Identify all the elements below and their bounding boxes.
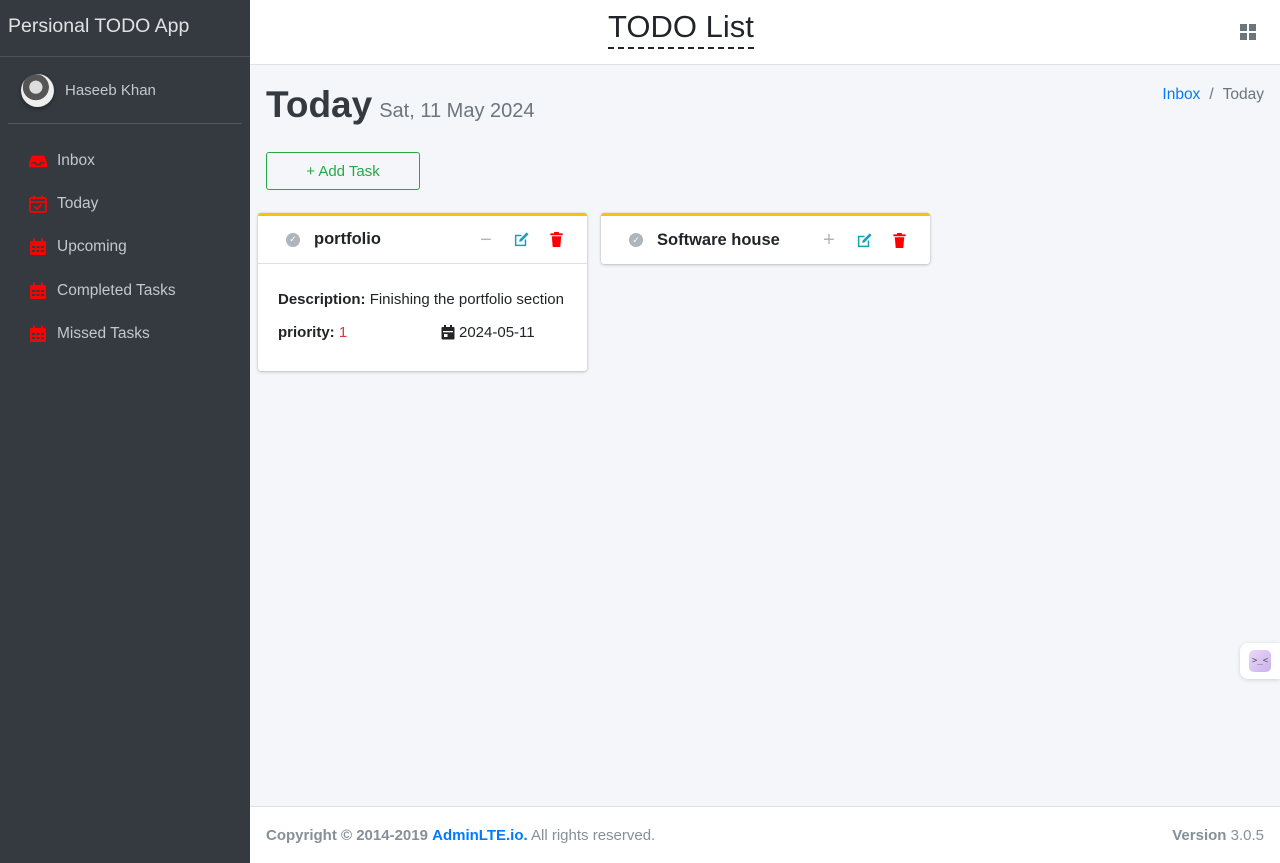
page-header-title: TODO List (608, 9, 754, 49)
calendar-check-icon (28, 195, 47, 213)
task-title: portfolio (314, 230, 381, 248)
sidebar-item-completed-tasks[interactable]: Completed Tasks (0, 269, 250, 312)
task-description: Description: Finishing the portfolio sec… (278, 284, 567, 316)
grid-icon[interactable] (1240, 24, 1256, 40)
brand-text[interactable]: Persional TODO App (8, 15, 189, 37)
main-content: Today Sat, 11 May 2024 Inbox / Today + A… (250, 65, 1280, 806)
add-task-button[interactable]: + Add Task (266, 152, 420, 190)
edit-icon[interactable] (853, 229, 875, 251)
task-date: 2024-05-11 (441, 324, 535, 341)
inbox-icon (28, 152, 47, 170)
sidebar-item-label: Missed Tasks (57, 324, 150, 342)
card-tools: − (462, 229, 567, 251)
sidebar-item-label: Completed Tasks (57, 281, 176, 299)
top-navbar: TODO List (250, 0, 1280, 65)
task-title: Software house (657, 230, 780, 249)
task-card: ✓ portfolio − Description: Finishing the… (258, 213, 587, 371)
widget-icon[interactable]: >_< (1249, 650, 1271, 672)
breadcrumb-separator: / (1209, 86, 1214, 103)
card-tools: + (805, 229, 910, 251)
task-card: ✓ Software house + (601, 213, 930, 264)
sidebar-item-upcoming[interactable]: Upcoming (0, 226, 250, 269)
expand-button[interactable]: + (818, 229, 840, 251)
floating-widget[interactable]: >_< (1240, 643, 1280, 679)
version-label: Version (1172, 827, 1227, 844)
task-card-header: ✓ portfolio − (258, 216, 587, 264)
user-panel: Haseeb Khan (8, 57, 242, 124)
rights-text: All rights reserved. (531, 827, 656, 844)
avatar[interactable] (21, 73, 54, 107)
priority-value: 1 (338, 324, 348, 341)
task-card-header: ✓ Software house + (601, 216, 930, 264)
page-title: Today Sat, 11 May 2024 (266, 84, 535, 126)
description-label: Description: (278, 291, 366, 308)
sidebar: Persional TODO App Haseeb Khan Inbox Tod… (0, 0, 250, 863)
page-heading: Today (266, 84, 373, 125)
calendar-icon (28, 325, 47, 343)
footer-copyright: Copyright © 2014-2019 AdminLTE.io. All r… (266, 827, 655, 844)
calendar-icon (28, 282, 47, 300)
collapse-button[interactable]: − (475, 229, 497, 251)
footer: Copyright © 2014-2019 AdminLTE.io. All r… (250, 806, 1280, 863)
priority-label: priority: (278, 324, 335, 341)
check-circle-icon[interactable]: ✓ (286, 232, 300, 247)
sidebar-item-inbox[interactable]: Inbox (0, 139, 250, 182)
sidebar-item-missed-tasks[interactable]: Missed Tasks (0, 312, 250, 355)
breadcrumb: Inbox / Today (1162, 86, 1264, 104)
footer-version: Version 3.0.5 (1172, 827, 1264, 844)
trash-icon[interactable] (888, 229, 910, 251)
breadcrumb-inbox-link[interactable]: Inbox (1162, 86, 1200, 104)
trash-icon[interactable] (545, 229, 567, 251)
breadcrumb-current: Today (1222, 86, 1264, 103)
task-card-body: Description: Finishing the portfolio sec… (258, 264, 587, 371)
calendar-icon (441, 325, 455, 340)
edit-icon[interactable] (510, 229, 532, 251)
version-number: 3.0.5 (1230, 827, 1264, 844)
sidebar-nav: Inbox Today Upcoming Completed Tasks Mis… (0, 124, 250, 355)
adminlte-link[interactable]: AdminLTE.io. (432, 827, 528, 844)
page-date: Sat, 11 May 2024 (379, 100, 535, 122)
calendar-icon (28, 238, 47, 256)
sidebar-item-today[interactable]: Today (0, 182, 250, 225)
task-date-text: 2024-05-11 (459, 324, 535, 341)
task-meta: priority: 1 2024-05-11 (278, 324, 567, 351)
sidebar-item-label: Upcoming (57, 238, 127, 256)
sidebar-item-label: Inbox (57, 151, 95, 169)
copyright-text: Copyright © 2014-2019 (266, 827, 428, 844)
check-circle-icon[interactable]: ✓ (629, 233, 643, 247)
description-text: Finishing the portfolio section (369, 291, 564, 308)
user-name[interactable]: Haseeb Khan (65, 82, 156, 99)
task-priority: priority: 1 (278, 324, 441, 341)
sidebar-item-label: Today (57, 194, 99, 212)
brand[interactable]: Persional TODO App (0, 0, 250, 57)
